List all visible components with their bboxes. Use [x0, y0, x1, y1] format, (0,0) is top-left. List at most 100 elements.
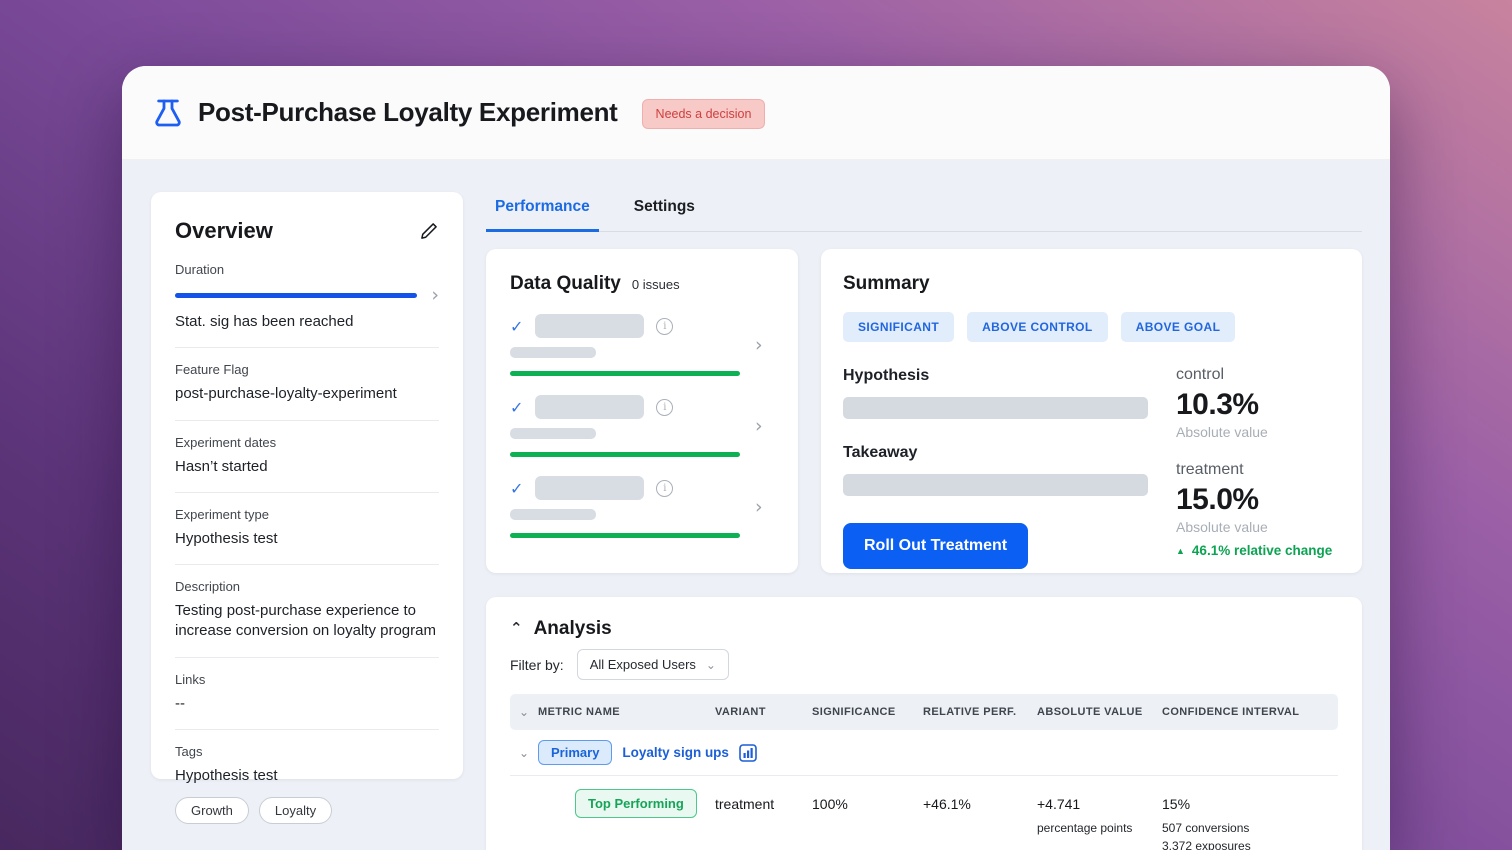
treatment-caption: Absolute value — [1176, 519, 1336, 535]
control-value: 10.3% — [1176, 388, 1336, 422]
duration-status: Stat. sig has been reached — [175, 312, 439, 332]
metric-name-link[interactable]: Loyalty sign ups — [622, 745, 729, 760]
bar-chart-icon[interactable] — [739, 744, 757, 762]
info-icon[interactable]: i — [656, 318, 673, 335]
col-confidence-interval: CONFIDENCE INTERVAL — [1162, 706, 1338, 718]
roll-out-treatment-button[interactable]: Roll Out Treatment — [843, 523, 1028, 569]
tab-settings[interactable]: Settings — [625, 192, 704, 231]
field-value: -- — [175, 694, 439, 714]
control-caption: Absolute value — [1176, 424, 1336, 440]
divider — [175, 420, 439, 421]
field-tags: Tags Hypothesis test Growth Loyalty — [175, 744, 439, 824]
field-value: Hypothesis test — [175, 529, 439, 549]
collapse-chevron-icon[interactable]: ⌃ — [510, 623, 523, 635]
data-quality-check-row[interactable]: ✓ i › — [510, 314, 774, 376]
edit-icon[interactable] — [419, 221, 439, 241]
control-result: control 10.3% Absolute value — [1176, 366, 1336, 440]
chevron-down-icon: ⌄ — [706, 658, 716, 672]
divider — [175, 729, 439, 730]
duration-section: Duration › Stat. sig has been reached — [175, 262, 439, 332]
data-quality-card: Data Quality 0 issues ✓ i — [486, 249, 798, 573]
treatment-label: treatment — [1176, 461, 1336, 479]
col-absolute-value: ABSOLUTE VALUE — [1037, 706, 1162, 718]
divider — [175, 347, 439, 348]
field-experiment-dates: Experiment dates Hasn’t started — [175, 435, 439, 477]
data-quality-check-row[interactable]: ✓ i › — [510, 395, 774, 457]
field-value: post-purchase-loyalty-experiment — [175, 384, 439, 404]
flask-icon — [152, 97, 184, 129]
field-label: Experiment type — [175, 507, 439, 522]
chevron-right-icon[interactable]: › — [755, 498, 763, 517]
summary-card: Summary SIGNIFICANT ABOVE CONTROL ABOVE … — [821, 249, 1362, 573]
chevron-down-icon[interactable]: ⌄ — [510, 746, 538, 760]
skeleton-bar — [510, 347, 596, 358]
variant-cell: treatment — [715, 789, 812, 812]
table-row[interactable]: Top Performing treatment 100% +46.1% +4.… — [510, 776, 1338, 850]
field-label: Tags — [175, 744, 439, 759]
conversions-count: 507 conversions — [1162, 819, 1338, 837]
up-triangle-icon: ▲ — [1176, 546, 1185, 556]
control-label: control — [1176, 366, 1336, 384]
tag-pill-growth[interactable]: Growth — [175, 797, 249, 824]
chevron-right-icon[interactable]: › — [431, 286, 439, 305]
content-column: Performance Settings Data Quality 0 issu… — [486, 192, 1362, 850]
primary-badge[interactable]: Primary — [538, 740, 612, 765]
field-feature-flag: Feature Flag post-purchase-loyalty-exper… — [175, 362, 439, 404]
skeleton-bar — [510, 428, 596, 439]
tag-pill-loyalty[interactable]: Loyalty — [259, 797, 332, 824]
col-relative-perf: RELATIVE PERF. — [923, 706, 1037, 718]
chevron-right-icon[interactable]: › — [755, 417, 763, 436]
table-header-row: ⌄ METRIC NAME VARIANT SIGNIFICANCE RELAT… — [510, 694, 1338, 730]
status-badge: Needs a decision — [642, 99, 766, 129]
absolute-value-unit: percentage points — [1037, 819, 1162, 837]
info-icon[interactable]: i — [656, 399, 673, 416]
field-value: Testing post-purchase experience to incr… — [175, 601, 447, 642]
treatment-result: treatment 15.0% Absolute value ▲ 46.1% r… — [1176, 461, 1336, 558]
field-value: Hypothesis test — [175, 766, 439, 786]
field-label: Experiment dates — [175, 435, 439, 450]
skeleton-bar — [510, 509, 596, 520]
relative-perf-cell: +46.1% — [923, 789, 1037, 812]
skeleton-bar — [843, 474, 1148, 496]
tab-performance[interactable]: Performance — [486, 192, 599, 232]
analysis-title: Analysis — [534, 618, 612, 640]
issues-count: 0 issues — [632, 277, 680, 292]
analysis-table: ⌄ METRIC NAME VARIANT SIGNIFICANCE RELAT… — [510, 694, 1338, 850]
exposed-users-dropdown[interactable]: All Exposed Users ⌄ — [577, 649, 729, 680]
divider — [175, 657, 439, 658]
divider — [175, 492, 439, 493]
absolute-value-cell: +4.741 — [1037, 789, 1162, 812]
filter-by-label: Filter by: — [510, 657, 564, 673]
main-area: Overview Duration › Stat. sig has been r… — [122, 160, 1390, 850]
chevron-down-icon[interactable]: ⌄ — [510, 705, 538, 719]
chevron-right-icon[interactable]: › — [755, 336, 763, 355]
info-icon[interactable]: i — [656, 480, 673, 497]
page-header: Post-Purchase Loyalty Experiment Needs a… — [122, 66, 1390, 160]
health-progress-bar — [510, 533, 740, 538]
significance-cell: 100% — [812, 789, 923, 812]
data-quality-check-row[interactable]: ✓ i › — [510, 476, 774, 538]
relative-change-value: 46.1% relative change — [1192, 543, 1332, 558]
top-performing-badge: Top Performing — [575, 789, 697, 818]
col-metric-name: METRIC NAME — [538, 706, 715, 718]
skeleton-bar — [843, 397, 1148, 419]
confidence-interval-cell: 15% — [1162, 789, 1338, 812]
col-variant: VARIANT — [715, 706, 812, 718]
field-label: Description — [175, 579, 439, 594]
metric-group-row[interactable]: ⌄ Primary Loyalty sign ups — [510, 730, 1338, 776]
check-icon: ✓ — [510, 479, 523, 498]
above-control-badge: ABOVE CONTROL — [967, 312, 1108, 342]
skeleton-bar — [535, 314, 644, 338]
exposures-count: 3,372 exposures — [1162, 837, 1338, 850]
skeleton-bar — [535, 476, 644, 500]
field-experiment-type: Experiment type Hypothesis test — [175, 507, 439, 549]
check-icon: ✓ — [510, 317, 523, 336]
treatment-value: 15.0% — [1176, 483, 1336, 517]
check-icon: ✓ — [510, 398, 523, 417]
above-goal-badge: ABOVE GOAL — [1121, 312, 1236, 342]
health-progress-bar — [510, 452, 740, 457]
field-links: Links -- — [175, 672, 439, 714]
significant-badge: SIGNIFICANT — [843, 312, 954, 342]
duration-label: Duration — [175, 262, 439, 277]
summary-title: Summary — [843, 273, 1336, 295]
